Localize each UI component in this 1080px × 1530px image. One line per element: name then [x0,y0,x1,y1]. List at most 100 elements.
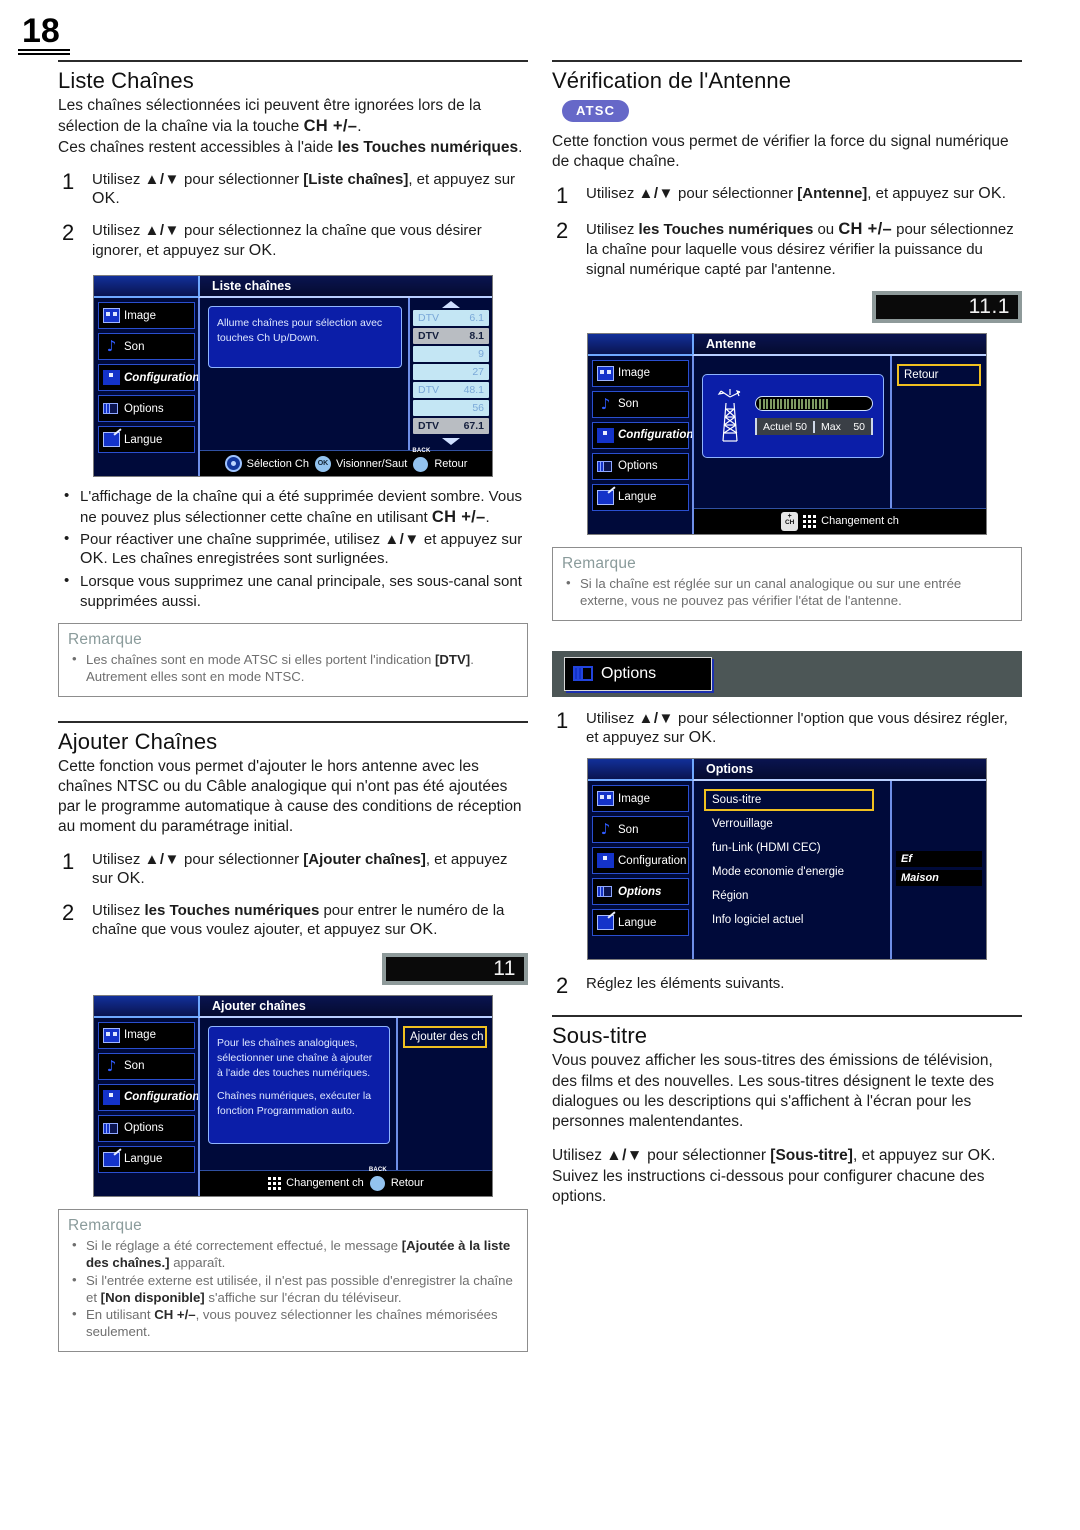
osd-sidebar-item-image[interactable]: Image [592,785,689,813]
osd-sidebar: Image ♪ Son Configuration Options Langue [94,1017,199,1196]
touches-numeriques-bold: les Touches numériques [144,902,320,920]
osd-footer-bar: Sélection Ch OK Visionner/Saut BACK Reto… [200,448,492,477]
step-text: Utilisez les Touches numériques pour ent… [92,901,528,941]
footer-ok-group: OK Visionner/Saut [314,455,407,472]
channel-number: 6.1 [469,312,484,325]
osd-sidebar-label: Langue [124,433,163,446]
channel-row[interactable]: DTV 8.1 [413,328,489,345]
bullet-a: Pour réactiver une chaîne supprimée, uti… [80,530,385,548]
osd-header: Options [588,759,986,782]
osd-sidebar-label: Langue [618,916,657,929]
osd-sidebar-label: Son [124,340,145,353]
osd-sidebar-label: Configuration [124,371,200,384]
scroll-down-arrow-icon[interactable] [442,438,460,446]
step-text: Utilisez ▲/▼ pour sélectionner [Liste ch… [92,170,528,210]
step-a: Utilisez [586,185,639,203]
osd-sidebar-item-langue[interactable]: Langue [98,426,195,454]
osd-sidebar-label: Options [124,1122,164,1135]
numeric-keypad-icon [803,514,817,528]
channel-row[interactable]: 56 [413,400,489,417]
osd-options-list: Sous-titre Verrouillage fun-Link (HDMI C… [692,781,890,960]
osd-sidebar-label: Image [124,309,156,322]
osd-sidebar-item-son[interactable]: ♪ Son [98,333,195,361]
step-text: Réglez les éléments suivants. [586,975,785,993]
osd-title: Liste chaînes [198,276,492,299]
osd-sidebar-item-image[interactable]: Image [592,359,689,387]
scroll-up-arrow-icon[interactable] [442,301,460,309]
channel-row[interactable]: DTV 48.1 [413,382,489,399]
osd-sidebar-item-configuration[interactable]: Configuration [592,421,693,449]
osd-sidebar-item-langue[interactable]: Langue [98,1145,195,1173]
osd-sidebar-item-son[interactable]: ♪ Son [98,1052,195,1080]
osd-option-row-region[interactable]: Région [704,885,874,907]
antenna-tower-svg [717,388,741,442]
osd-option-row-mode-economie[interactable]: Mode economie d'energie [704,861,874,883]
updown-arrows-icon: ▲/▼ [606,1146,643,1164]
osd-sidebar-item-options[interactable]: Options [592,452,689,480]
bullet-c: . [485,508,490,526]
ch-plusminus: CH +/– [154,1307,196,1323]
osd-title: Options [692,759,986,782]
music-note-icon: ♪ [600,820,611,839]
channel-number: 8.1 [469,330,484,343]
page-number-block: 18 [18,14,78,55]
ch-key-label: CH [784,518,795,526]
osd-sidebar-item-son[interactable]: ♪ Son [592,816,689,844]
menu-ref: [Sous-titre] [770,1146,853,1164]
osd-sidebar-item-image[interactable]: Image [98,302,195,330]
antenne-intro: Cette fonction vous permet de vérifier l… [552,133,1009,171]
osd-sidebar-item-options[interactable]: Options [98,395,195,423]
step-b: pour sélectionner [179,850,304,868]
osd-sidebar-item-configuration[interactable]: Configuration [98,364,199,392]
osd-sidebar-label: Options [618,460,658,473]
osd-sidebar-item-langue[interactable]: Langue [592,909,689,937]
channel-row[interactable]: 9 [413,346,489,363]
osd-option-row-verrouillage[interactable]: Verrouillage [704,813,874,835]
updown-arrows-icon: ▲/▼ [384,530,420,548]
osd-button-ajouter-des-ch[interactable]: Ajouter des ch [403,1025,487,1048]
configuration-icon [103,370,120,386]
osd-option-value-ef[interactable]: Ef [896,851,982,868]
osd-option-row-fun-link[interactable]: fun-Link (HDMI CEC) [704,837,874,859]
bullet-e: . Les chaînes enregistrées sont surligné… [103,550,389,568]
footer-back-label: Retour [434,457,468,470]
remarque-item: Si l'entrée externe est utilisée, il n'e… [68,1272,518,1307]
remarque-item: Les chaînes sont en mode ATSC si elles p… [68,651,518,686]
step-d: . [1001,185,1006,203]
channel-row[interactable]: DTV 67.1 [413,418,489,435]
remarque-title: Remarque [68,1216,142,1234]
step-number: 2 [62,900,75,926]
osd-sidebar-item-configuration[interactable]: Configuration [592,847,689,875]
bullet-item: L'affichage de la chaîne qui a été suppr… [58,486,528,528]
footer-nav-label: Sélection Ch [246,457,309,470]
section-title-verification-antenne: Vérification de l'Antenne [552,68,792,93]
channel-row[interactable]: 27 [413,364,489,381]
osd-sidebar-item-options[interactable]: Options [592,878,689,906]
osd-sidebar-item-configuration[interactable]: Configuration [98,1083,199,1111]
osd-header: Ajouter chaînes [94,995,492,1018]
channel-row[interactable]: DTV 6.1 [413,310,489,327]
numeric-keypad-icon [268,1176,282,1190]
section-divider [552,1015,1022,1018]
step-antenne-2: 2 Utilisez les Touches numériques ou CH … [552,219,1022,278]
osd-sidebar-item-image[interactable]: Image [98,1021,195,1049]
ok-key: OK [92,189,116,207]
osd-option-row-info-logiciel[interactable]: Info logiciel actuel [704,909,874,931]
ch-plusminus: CH +/– [431,507,486,526]
osd-sidebar-item-langue[interactable]: Langue [592,483,689,511]
osd-sidebar-item-options[interactable]: Options [98,1114,195,1142]
osd-option-row-sous-titre[interactable]: Sous-titre [704,789,874,812]
osd-help-note: Allume chaînes pour sélection avec touch… [208,306,402,369]
osd-sidebar: Image ♪ Son Configuration Options Langue [588,781,692,960]
step-text: Utilisez ▲/▼ pour sélectionnez la chaîne… [92,221,528,261]
osd-sidebar-label: Configuration [124,1091,200,1104]
osd-option-value-maison[interactable]: Maison [896,870,982,887]
back-button-icon: BACK [412,448,430,472]
usage-d: . [991,1146,996,1164]
channel-number: 27 [472,366,484,379]
osd-button-retour[interactable]: Retour [897,363,981,386]
liste-intro-2: Ces chaînes restent accessibles à l'aide… [58,138,528,158]
osd-sidebar-item-son[interactable]: ♪ Son [592,390,689,418]
options-icon [103,1121,120,1136]
step-number: 2 [62,220,75,246]
